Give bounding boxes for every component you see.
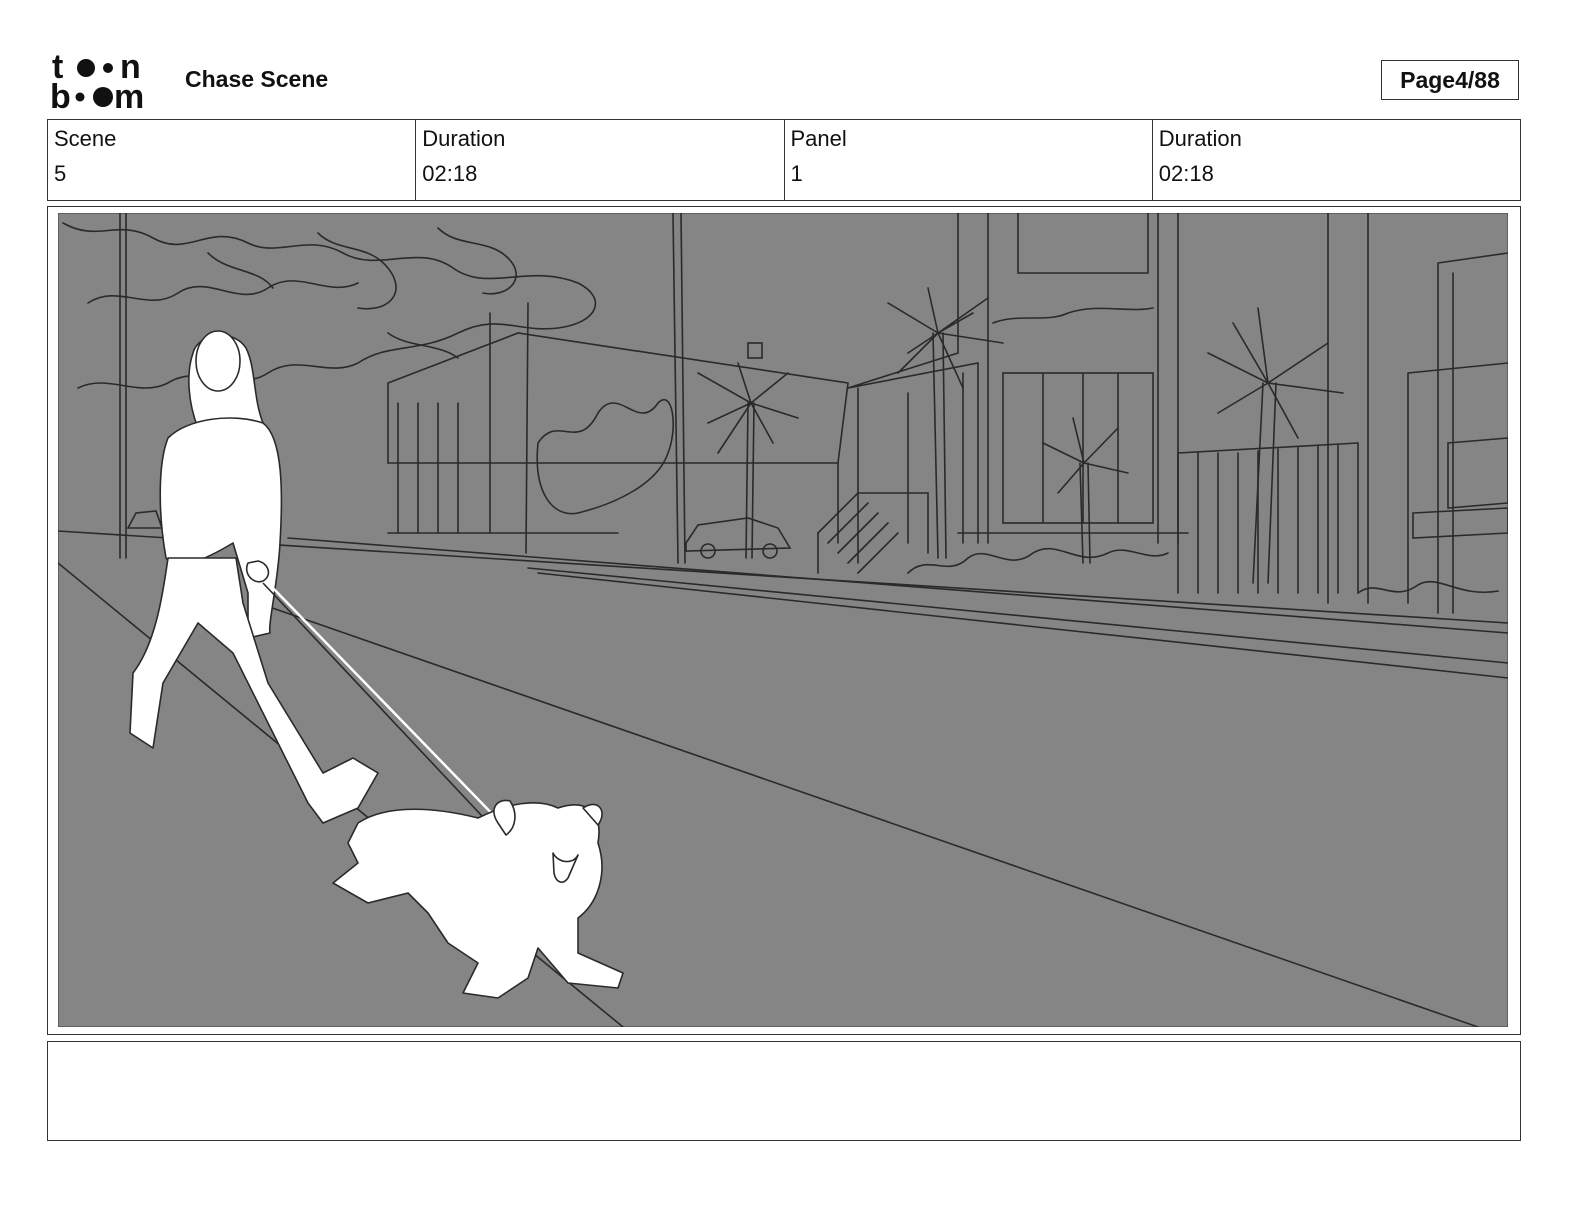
scene-duration-label: Duration <box>422 126 506 151</box>
panel-notes-text <box>48 1042 1520 1058</box>
panel-value: 1 <box>790 161 803 186</box>
scene-duration-cell: Duration 02:18 <box>415 120 783 200</box>
panel-notes-box[interactable] <box>47 1041 1521 1141</box>
svg-text:m: m <box>114 78 144 112</box>
panel-info-table: Scene 5 Duration 02:18 Panel 1 Duration … <box>47 119 1521 201</box>
panel-cell: Panel 1 <box>783 120 1152 200</box>
panel-label: Panel <box>790 126 847 151</box>
toonboom-logo: t n b m <box>50 50 144 112</box>
scene-cell: Scene 5 <box>48 120 415 200</box>
svg-text:b: b <box>50 78 71 112</box>
scene-label: Scene <box>54 126 117 151</box>
panel-sketch-image <box>58 213 1508 1027</box>
scene-duration-value: 02:18 <box>422 161 478 186</box>
storyboard-title: Chase Scene <box>185 66 329 92</box>
panel-duration-cell: Duration 02:18 <box>1151 120 1520 200</box>
scene-value: 5 <box>54 161 67 186</box>
page-number: 4/88 <box>1455 66 1500 93</box>
panel-duration-label: Duration <box>1158 126 1242 151</box>
panel-duration-value: 02:18 <box>1158 161 1214 186</box>
page-label: Page <box>1400 66 1456 93</box>
page-indicator: Page 4/88 <box>1381 60 1519 100</box>
